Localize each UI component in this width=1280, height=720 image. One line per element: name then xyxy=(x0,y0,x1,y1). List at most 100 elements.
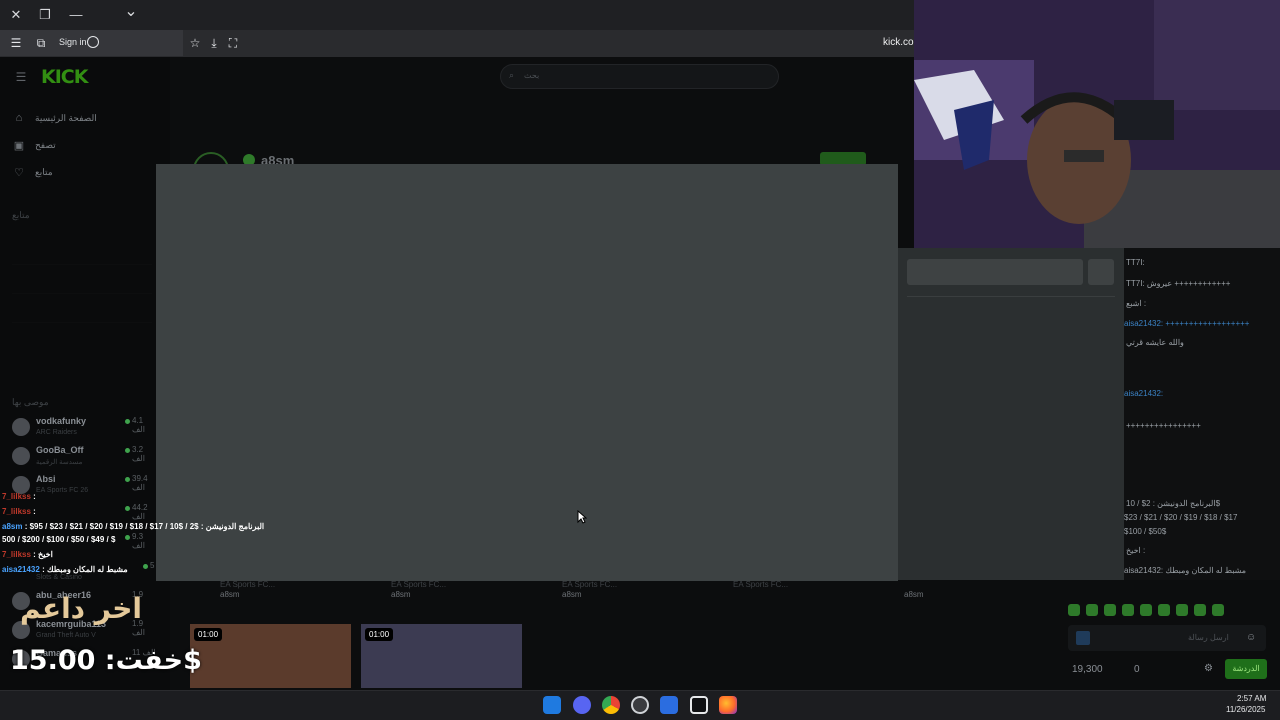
chrome-icon[interactable] xyxy=(602,696,620,714)
smile-icon[interactable]: ☺ xyxy=(1246,632,1256,643)
emote-icon[interactable] xyxy=(1194,604,1206,616)
extensions-icon[interactable]: ⧉ xyxy=(34,36,48,50)
overlay-chat-line: a8sm : $95 / $23 / $21 / $20 / $19 / $18… xyxy=(2,522,264,531)
app-blue-icon[interactable] xyxy=(660,696,678,714)
chat-input[interactable] xyxy=(1068,625,1266,651)
emote-icon[interactable] xyxy=(1158,604,1170,616)
emote-icon[interactable] xyxy=(1176,604,1188,616)
overlay-chat-user: a8sm xyxy=(2,522,23,531)
clock-time[interactable]: 2:57 AM xyxy=(1237,694,1266,703)
viewer-count: 5 xyxy=(150,561,155,570)
panel-input[interactable] xyxy=(907,259,1083,285)
settings-icon[interactable]: ⚙ xyxy=(1204,663,1213,674)
chat-message: ++++++++++++++++ xyxy=(1126,421,1201,430)
tabs-dropdown-icon[interactable]: ⌄ xyxy=(123,4,139,20)
search-input[interactable] xyxy=(500,64,779,89)
chat-message: aisa21432: xyxy=(1124,389,1164,398)
viewer-count: 39.4 الف xyxy=(132,474,148,492)
video-title[interactable]: EA Sports FC... xyxy=(733,580,788,589)
channel-game: مسدسة الرقمية xyxy=(36,459,83,466)
discord-icon[interactable] xyxy=(573,696,591,714)
chat-message: البرنامج الدونيشن : 2$ / 10$ xyxy=(1126,499,1221,508)
chat-message: TT7I: عيروش ++++++++++++ xyxy=(1126,279,1231,288)
hamburger-icon[interactable]: ☰ xyxy=(14,70,28,84)
side-panel xyxy=(898,248,1124,580)
avatar xyxy=(12,418,30,436)
overlay-chat-user: 7_lilkss xyxy=(2,507,31,516)
obs-icon[interactable] xyxy=(631,696,649,714)
panel-button[interactable] xyxy=(1088,259,1114,285)
heart-icon: ♡ xyxy=(14,167,24,179)
download-icon[interactable]: ⤓ xyxy=(207,36,221,50)
chat-message: اخيخ : xyxy=(1126,546,1146,555)
overlay-chat-line: 500 / $200 / $100 / $50 / $49 / $ xyxy=(2,535,115,544)
channel-name: Absi xyxy=(36,474,56,484)
channel-game: ARC Raiders xyxy=(36,429,77,436)
account-icon[interactable] xyxy=(87,36,99,48)
menu-icon[interactable]: ☰ xyxy=(9,36,23,50)
video-owner[interactable]: a8sm xyxy=(904,590,924,599)
overlay-chat-text: : $95 / $23 / $21 / $20 / $19 / $18 / $1… xyxy=(24,522,265,531)
star-icon[interactable]: ☆ xyxy=(188,36,202,50)
clip-duration: 01:00 xyxy=(365,628,394,641)
nav-home[interactable]: الصفحة الرئيسية xyxy=(35,113,97,124)
emote-icon[interactable] xyxy=(1104,604,1116,616)
emote-bar xyxy=(1068,603,1266,619)
channel-name: vodkafunky xyxy=(36,416,87,426)
video-owner[interactable]: a8sm xyxy=(220,590,240,599)
clock-date[interactable]: 11/26/2025 xyxy=(1226,705,1265,714)
live-dot xyxy=(125,535,130,540)
emote-icon[interactable] xyxy=(1122,604,1134,616)
search-placeholder: بحث xyxy=(524,71,540,80)
mouse-cursor-icon xyxy=(577,510,587,524)
windows-start-icon[interactable] xyxy=(543,696,561,714)
chat-message: aisa21432: ++++++++++++++++++ xyxy=(1124,319,1250,328)
overlay-chat-user: 7_lilkss xyxy=(2,492,31,501)
recommended-list: vodkafunky ARC Raiders 4.1 الف GooBa_Off… xyxy=(12,414,158,675)
panel-divider xyxy=(907,296,1115,297)
channel-row[interactable]: GooBa_Off مسدسة الرقمية 3.2 الف xyxy=(12,443,158,472)
recommended-heading: موصى بها xyxy=(12,397,49,407)
screenshot-icon[interactable]: ⛶ xyxy=(226,36,240,50)
emote-icon[interactable] xyxy=(1068,604,1080,616)
nav-following[interactable]: متابع xyxy=(35,167,53,178)
firefox-icon[interactable] xyxy=(719,696,737,714)
send-chat-button[interactable]: الدردشة xyxy=(1225,659,1267,679)
chat-message: والله عايشه قرتي xyxy=(1126,338,1184,347)
emote-icon[interactable] xyxy=(1212,604,1224,616)
chat-message: اشبع : xyxy=(1126,299,1147,308)
app-dark-icon[interactable] xyxy=(690,696,708,714)
overlay-chat-text: : مشبط له المكان ومبطك xyxy=(42,565,128,574)
nav-browse[interactable]: تصفح xyxy=(35,140,56,151)
video-title[interactable]: EA Sports FC... xyxy=(562,580,617,589)
followed-channels-dimmed xyxy=(12,236,152,366)
following-heading: متابع xyxy=(12,210,30,220)
overlay-donation-amount: خفت: 15.00$ xyxy=(10,645,202,676)
video-owner[interactable]: a8sm xyxy=(562,590,582,599)
sign-in-button[interactable]: Sign in xyxy=(59,37,87,47)
channel-game: EA Sports FC 26 xyxy=(36,487,89,494)
restore-icon[interactable]: ❐ xyxy=(37,7,53,23)
video-owner[interactable]: a8sm xyxy=(391,590,411,599)
live-dot xyxy=(125,448,130,453)
channel-row[interactable]: vodkafunky ARC Raiders 4.1 الف xyxy=(12,414,158,443)
emote-icon[interactable] xyxy=(1086,604,1098,616)
emote-picker-icon[interactable] xyxy=(1076,631,1090,645)
live-dot xyxy=(125,506,130,511)
clip-duration: 01:00 xyxy=(194,628,223,641)
kick-logo[interactable]: KICK xyxy=(41,66,88,88)
chat-input-placeholder: ارسل رسالة xyxy=(1188,633,1229,642)
overlay-chat-text: : اخيخ xyxy=(33,550,53,559)
viewer-count: 44.2 الف xyxy=(132,503,148,521)
emote-icon[interactable] xyxy=(1140,604,1152,616)
close-icon[interactable]: ✕ xyxy=(8,7,24,23)
minimize-icon[interactable]: — xyxy=(68,7,84,23)
home-icon: ⌂ xyxy=(15,112,23,124)
video-title[interactable]: EA Sports FC... xyxy=(391,580,446,589)
overlay-chat-user: 7_lilkss xyxy=(2,550,31,559)
live-dot xyxy=(143,564,148,569)
browse-icon: ▣ xyxy=(13,140,25,152)
video-title[interactable]: EA Sports FC... xyxy=(220,580,275,589)
webcam-feed xyxy=(914,0,1280,248)
overlay-chat-line: aisa21432 : مشبط له المكان ومبطك xyxy=(2,565,128,574)
